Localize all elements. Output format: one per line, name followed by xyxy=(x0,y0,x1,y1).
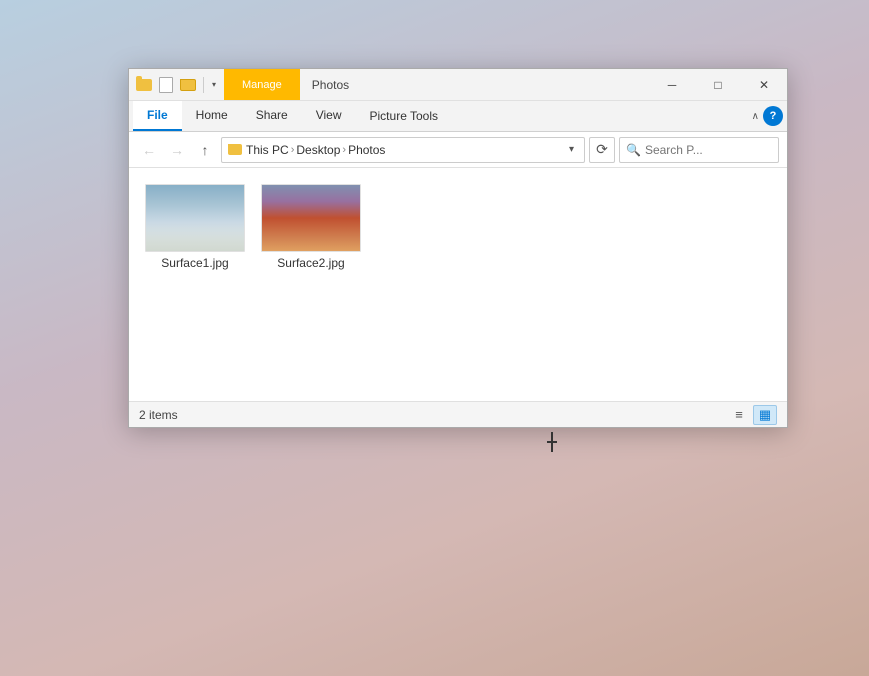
tab-file[interactable]: File xyxy=(133,101,182,131)
refresh-button[interactable]: ⟳ xyxy=(589,137,615,163)
title-bar: ▾ Manage Photos ─ □ ✕ xyxy=(129,69,787,101)
search-icon: 🔍 xyxy=(626,143,641,157)
sep2: › xyxy=(342,144,346,156)
thumbnail-image-surface1 xyxy=(146,185,244,251)
file-item-surface2[interactable]: Surface2.jpg xyxy=(261,184,361,270)
window-title: Photos xyxy=(300,78,361,92)
minimize-button[interactable]: ─ xyxy=(649,69,695,101)
window-controls: ─ □ ✕ xyxy=(649,69,787,100)
path-photos[interactable]: Photos xyxy=(348,143,385,157)
resize-cursor xyxy=(547,432,557,452)
address-dropdown-icon[interactable]: ▾ xyxy=(565,144,578,155)
explorer-window: ▾ Manage Photos ─ □ ✕ File Home Share Vi… xyxy=(128,68,788,428)
close-button[interactable]: ✕ xyxy=(741,69,787,101)
address-path: This PC › Desktop › Photos xyxy=(246,143,385,157)
back-button[interactable]: ← xyxy=(137,138,161,162)
manage-tab[interactable]: Manage xyxy=(224,69,300,100)
view-grid-button[interactable]: ▦ xyxy=(753,405,777,425)
ribbon: File Home Share View Picture Tools ∧ ? xyxy=(129,101,787,132)
tab-share[interactable]: Share xyxy=(242,101,302,131)
search-box[interactable]: 🔍 xyxy=(619,137,779,163)
ribbon-tabs: File Home Share View Picture Tools ∧ ? xyxy=(129,101,787,131)
tab-picture-tools[interactable]: Picture Tools xyxy=(356,101,452,131)
file-item-surface1[interactable]: Surface1.jpg xyxy=(145,184,245,270)
address-bar: ← → ↑ This PC › Desktop › Photos ▾ ⟳ 🔍 xyxy=(129,132,787,168)
thumbnail-surface2 xyxy=(261,184,361,252)
ribbon-help: ∧ ? xyxy=(752,101,783,131)
qat-separator xyxy=(203,77,204,93)
address-box[interactable]: This PC › Desktop › Photos ▾ xyxy=(221,137,585,163)
sep1: › xyxy=(291,144,295,156)
thumbnail-image-surface2 xyxy=(262,185,360,251)
up-button[interactable]: ↑ xyxy=(193,138,217,162)
help-button[interactable]: ? xyxy=(763,106,783,126)
qat-page-icon[interactable] xyxy=(157,76,175,94)
path-this-pc[interactable]: This PC xyxy=(246,143,289,157)
title-center: Manage Photos xyxy=(224,69,649,100)
search-input[interactable] xyxy=(645,143,772,157)
tab-home[interactable]: Home xyxy=(182,101,242,131)
status-item-count: 2 items xyxy=(139,408,178,422)
forward-button[interactable]: → xyxy=(165,138,189,162)
file-label-surface1: Surface1.jpg xyxy=(161,256,228,270)
file-area: Surface1.jpg Surface2.jpg xyxy=(129,168,787,401)
address-folder-icon xyxy=(228,144,242,155)
ribbon-collapse-icon[interactable]: ∧ xyxy=(752,111,759,122)
tab-view[interactable]: View xyxy=(302,101,356,131)
file-label-surface2: Surface2.jpg xyxy=(277,256,344,270)
qat-folder-icon[interactable] xyxy=(135,76,153,94)
view-buttons: ≡ ▦ xyxy=(727,405,777,425)
quick-access-toolbar: ▾ xyxy=(129,69,224,100)
view-list-button[interactable]: ≡ xyxy=(727,405,751,425)
status-bar: 2 items ≡ ▦ xyxy=(129,401,787,427)
qat-dropdown-icon[interactable]: ▾ xyxy=(210,80,218,89)
thumbnail-surface1 xyxy=(145,184,245,252)
qat-folder2-icon[interactable] xyxy=(179,76,197,94)
path-desktop[interactable]: Desktop xyxy=(296,143,340,157)
maximize-button[interactable]: □ xyxy=(695,69,741,101)
